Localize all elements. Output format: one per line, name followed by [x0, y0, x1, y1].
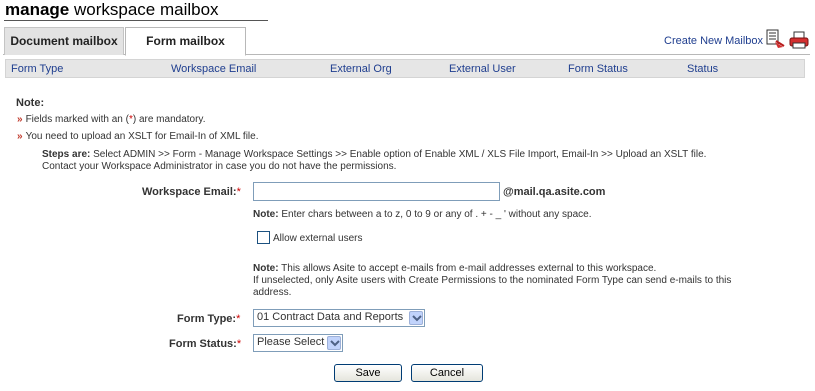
column-external-user[interactable]: External User: [449, 63, 516, 75]
column-form-status[interactable]: Form Status: [568, 63, 628, 75]
form-type-label-text: Form Type:: [177, 313, 237, 325]
steps-contact: Contact your Workspace Administrator in …: [42, 161, 397, 172]
form-type-select[interactable]: 01 Contract Data and Reports: [253, 309, 425, 327]
mailbox-table-header: Form Type Workspace Email External Org E…: [5, 59, 805, 78]
note-steps: Steps are: Select ADMIN >> Form - Manage…: [42, 149, 802, 173]
cancel-button[interactable]: Cancel: [411, 364, 483, 382]
chevron-down-icon[interactable]: [409, 311, 423, 325]
external-users-note: Note: This allows Asite to accept e-mail…: [253, 263, 798, 299]
title-underline: [4, 20, 268, 21]
bullet-arrow-icon: »: [17, 114, 23, 125]
email-hint: Note: Enter chars between a to z, 0 to 9…: [253, 209, 591, 221]
save-button[interactable]: Save: [334, 364, 402, 382]
column-form-type[interactable]: Form Type: [11, 63, 63, 75]
workspace-email-input[interactable]: [253, 182, 500, 201]
note-mandatory-post: ) are mandatory.: [132, 114, 206, 125]
required-star: *: [236, 338, 242, 350]
note-mandatory-pre: Fields marked with an (: [25, 114, 129, 125]
note-mandatory: » Fields marked with an (*) are mandatory…: [17, 114, 205, 125]
workspace-email-label-text: Workspace Email:: [142, 186, 237, 198]
allow-external-users-checkbox[interactable]: [257, 231, 270, 244]
note-title: Note:: [16, 97, 45, 109]
tab-document-mailbox[interactable]: Document mailbox: [4, 27, 124, 55]
form-type-label: Form Type:*: [177, 313, 240, 325]
column-status[interactable]: Status: [687, 63, 718, 75]
page-title-rest: workspace mailbox: [73, 0, 219, 19]
steps-label: Steps are:: [42, 149, 91, 160]
note-xslt-text: You need to upload an XSLT for Email-In …: [25, 131, 259, 142]
note-xslt: » You need to upload an XSLT for Email-In…: [17, 131, 258, 142]
external-note-line1: This allows Asite to accept e-mails from…: [278, 263, 657, 274]
create-new-mailbox-link[interactable]: Create New Mailbox: [664, 35, 763, 47]
print-icon[interactable]: [789, 30, 809, 50]
chevron-down-icon[interactable]: [327, 336, 341, 350]
external-note-line2: If unselected, only Asite users with Cre…: [253, 275, 732, 286]
required-star: *: [236, 186, 241, 198]
steps-text: Select ADMIN >> Form - Manage Workspace …: [90, 149, 707, 160]
new-mailbox-icon[interactable]: [766, 28, 786, 50]
column-external-org[interactable]: External Org: [330, 63, 392, 75]
external-note-label: Note:: [253, 263, 279, 274]
page-title-bold: manage: [5, 0, 70, 19]
email-domain: @mail.qa.asite.com: [503, 186, 606, 198]
allow-external-users-label[interactable]: Allow external users: [273, 233, 362, 244]
workspace-email-label: Workspace Email:*: [142, 186, 241, 198]
external-note-line3: address.: [253, 287, 292, 298]
form-status-label: Form Status:*: [169, 338, 241, 350]
form-type-value: 01 Contract Data and Reports: [257, 311, 404, 323]
form-status-label-text: Form Status:: [169, 338, 237, 350]
required-star: *: [236, 313, 241, 325]
tab-form-mailbox[interactable]: Form mailbox: [125, 27, 246, 56]
column-workspace-email[interactable]: Workspace Email: [171, 63, 256, 75]
form-status-select[interactable]: Please Select: [253, 334, 343, 352]
email-hint-label: Note:: [253, 209, 279, 220]
bullet-arrow-icon: »: [17, 131, 23, 142]
page-title: manage workspace mailbox: [5, 0, 219, 20]
email-hint-text: Enter chars between a to z, 0 to 9 or an…: [278, 209, 592, 220]
form-status-value: Please Select: [257, 336, 325, 348]
